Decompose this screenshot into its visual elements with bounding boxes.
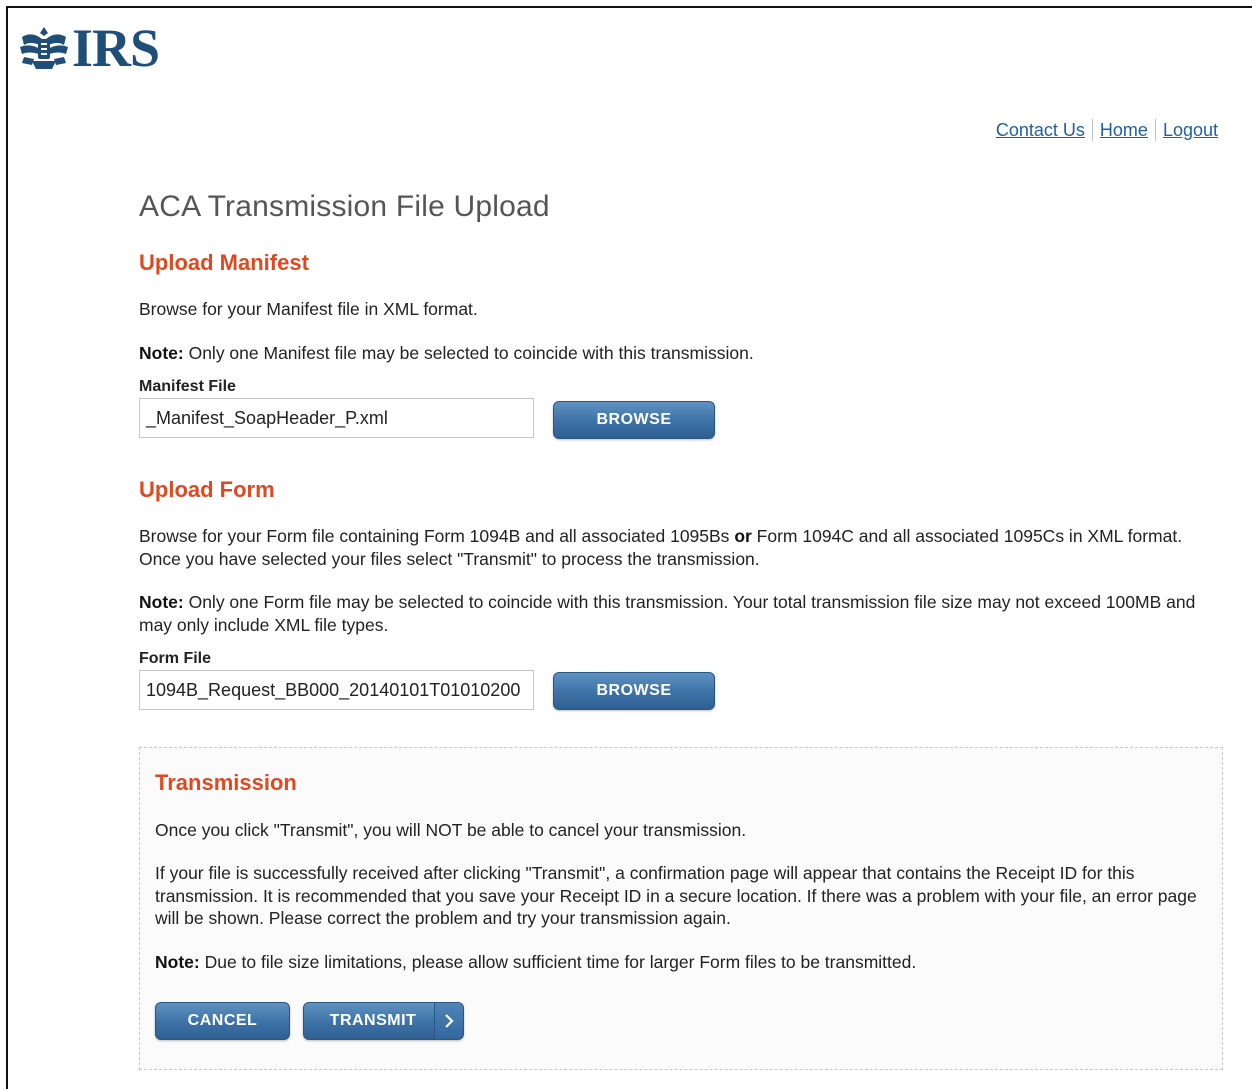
contact-us-link[interactable]: Contact Us <box>996 120 1085 141</box>
cancel-button[interactable]: CANCEL <box>155 1002 290 1040</box>
manifest-instructions: Browse for your Manifest file in XML for… <box>139 299 478 319</box>
eagle-emblem-icon <box>20 27 68 69</box>
note-text: Only one Form file may be selected to co… <box>139 592 1196 635</box>
upload-manifest-heading: Upload Manifest <box>139 250 309 275</box>
link-divider <box>1154 119 1156 141</box>
transmission-heading: Transmission <box>155 770 297 795</box>
note-text: Only one Manifest file may be selected t… <box>183 343 754 363</box>
manifest-file-label: Manifest File <box>139 378 236 395</box>
note-text: Due to file size limitations, please all… <box>199 952 917 972</box>
note-label: Note: <box>139 343 184 363</box>
transmit-label: TRANSMIT <box>329 1012 417 1029</box>
logo-text: IRS <box>72 18 160 78</box>
form-browse-button[interactable]: BROWSE <box>553 672 715 710</box>
logout-link[interactable]: Logout <box>1163 120 1218 141</box>
instructions-or: or <box>734 526 752 546</box>
form-note: Note: Only one Form file may be selected… <box>139 591 1219 636</box>
chevron-right-icon <box>434 1003 463 1039</box>
upload-form-heading: Upload Form <box>139 477 275 502</box>
note-label: Note: <box>139 592 184 612</box>
instructions-text: Browse for your Form file containing For… <box>139 526 735 546</box>
note-label: Note: <box>155 952 200 972</box>
transmit-button[interactable]: TRANSMIT <box>303 1002 464 1040</box>
home-link[interactable]: Home <box>1100 120 1148 141</box>
form-instructions: Browse for your Form file containing For… <box>139 525 1219 570</box>
link-divider <box>1091 119 1093 141</box>
manifest-browse-button[interactable]: BROWSE <box>553 401 715 439</box>
top-links: Contact Us Home Logout <box>996 119 1218 141</box>
page-title: ACA Transmission File Upload <box>139 190 550 223</box>
irs-logo[interactable]: IRS <box>18 18 160 78</box>
manifest-file-field[interactable]: _Manifest_SoapHeader_P.xml <box>139 398 534 438</box>
manifest-note: Note: Only one Manifest file may be sele… <box>139 342 1219 365</box>
form-file-label: Form File <box>139 650 212 667</box>
transmission-info: If your file is successfully received af… <box>155 863 1197 928</box>
transmission-note: Note: Due to file size limitations, plea… <box>155 951 1215 974</box>
form-file-field[interactable]: 1094B_Request_BB000_20140101T01010200 <box>139 670 534 710</box>
transmission-warning: Once you click "Transmit", you will NOT … <box>155 820 747 840</box>
